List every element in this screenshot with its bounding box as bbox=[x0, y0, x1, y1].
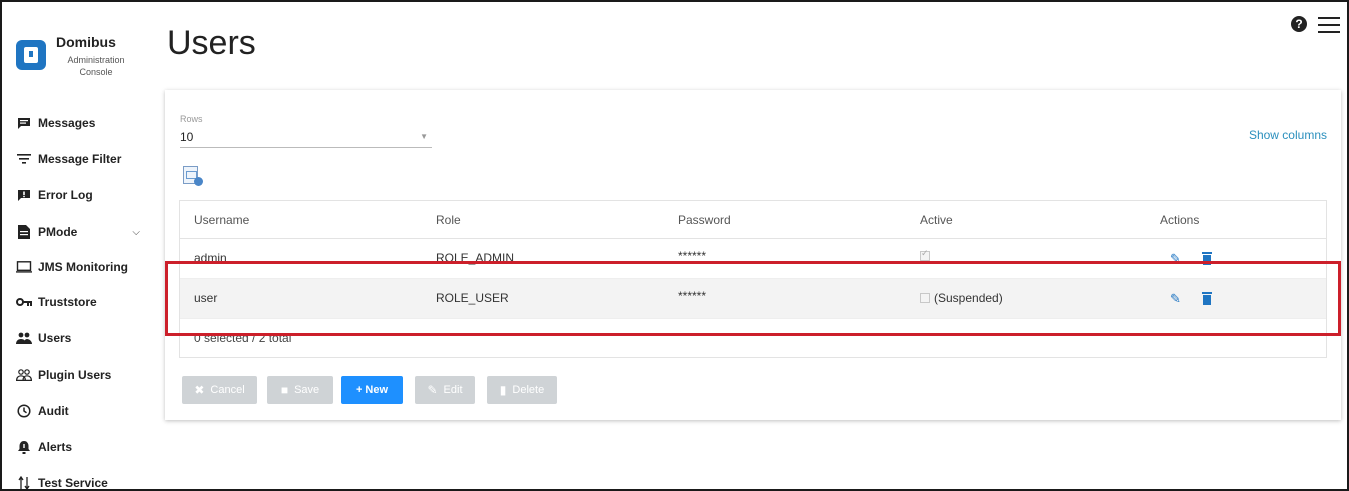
sidebar-item-pmode[interactable]: PMode ⌵ bbox=[16, 221, 146, 243]
column-header-role[interactable]: Role bbox=[436, 213, 461, 227]
sidebar-item-label: Error Log bbox=[38, 188, 93, 202]
hamburger-menu-icon[interactable] bbox=[1318, 17, 1340, 33]
sidebar-item-label: Alerts bbox=[38, 440, 73, 454]
edit-icon[interactable]: ✎ bbox=[1170, 251, 1184, 266]
plugin-users-icon bbox=[16, 367, 32, 383]
column-header-actions[interactable]: Actions bbox=[1160, 213, 1199, 227]
save-button[interactable]: ■ Save bbox=[267, 376, 333, 404]
sidebar-item-label: PMode bbox=[38, 225, 78, 239]
help-icon[interactable]: ? bbox=[1291, 16, 1307, 32]
edit-button[interactable]: ✎ Edit bbox=[415, 376, 475, 404]
cell-active bbox=[920, 248, 934, 263]
table-row[interactable]: user ROLE_USER ****** (Suspended) ✎ bbox=[180, 279, 1326, 319]
table-row[interactable]: admin ROLE_ADMIN ****** ✎ bbox=[180, 239, 1326, 279]
active-checkbox bbox=[920, 293, 930, 303]
pencil-icon: ✎ bbox=[427, 383, 438, 397]
sidebar: Domibus Administration Console Messages … bbox=[2, 2, 152, 491]
column-header-password[interactable]: Password bbox=[678, 213, 731, 227]
brand-name: Domibus bbox=[56, 34, 116, 50]
domibus-logo-icon bbox=[16, 40, 46, 70]
cell-role: ROLE_ADMIN bbox=[436, 251, 515, 265]
save-icon: ■ bbox=[280, 383, 289, 397]
sidebar-item-jms-monitoring[interactable]: JMS Monitoring bbox=[16, 256, 146, 278]
sidebar-item-error-log[interactable]: Error Log bbox=[16, 184, 146, 206]
sidebar-item-audit[interactable]: Audit bbox=[16, 400, 146, 422]
dropdown-arrow-icon: ▼ bbox=[420, 132, 428, 141]
users-panel: Rows 10 ▼ Show columns Username Role Pas… bbox=[165, 90, 1341, 420]
test-service-icon bbox=[16, 475, 32, 491]
show-columns-link[interactable]: Show columns bbox=[1249, 128, 1327, 142]
trash-icon: ▮ bbox=[499, 383, 507, 397]
alert-icon bbox=[16, 439, 32, 455]
sidebar-item-truststore[interactable]: Truststore bbox=[16, 291, 146, 313]
cell-active: (Suspended) bbox=[920, 291, 1003, 305]
active-status-text: (Suspended) bbox=[934, 291, 1003, 305]
selection-count: 0 selected / 2 total bbox=[194, 331, 292, 345]
sidebar-item-users[interactable]: Users bbox=[16, 327, 146, 349]
delete-button[interactable]: ▮ Delete bbox=[487, 376, 557, 404]
brand-subtitle: Administration Console bbox=[67, 55, 125, 77]
sidebar-item-label: JMS Monitoring bbox=[38, 260, 128, 274]
sidebar-item-plugin-users[interactable]: Plugin Users bbox=[16, 364, 146, 386]
cell-password: ****** bbox=[678, 289, 707, 303]
rows-select-value: 10 bbox=[180, 130, 194, 144]
page-title: Users bbox=[167, 24, 256, 62]
audit-icon bbox=[16, 403, 32, 419]
delete-icon[interactable] bbox=[1202, 292, 1212, 305]
delete-icon[interactable] bbox=[1202, 252, 1212, 265]
sidebar-item-label: Messages bbox=[38, 116, 96, 130]
users-table: Username Role Password Active Actions ad… bbox=[179, 200, 1327, 358]
rows-select[interactable]: 10 ▼ bbox=[180, 128, 432, 148]
new-label: + New bbox=[355, 384, 389, 396]
column-header-username[interactable]: Username bbox=[194, 213, 249, 227]
csv-export-icon[interactable] bbox=[183, 166, 203, 188]
brand[interactable]: Domibus Administration Console bbox=[16, 16, 146, 96]
users-icon bbox=[16, 330, 32, 346]
table-header: Username Role Password Active Actions bbox=[180, 201, 1326, 239]
save-label: Save bbox=[294, 384, 320, 396]
cancel-button[interactable]: ✖ Cancel bbox=[182, 376, 257, 404]
cell-username: user bbox=[194, 291, 218, 305]
edit-label: Edit bbox=[443, 384, 463, 396]
sidebar-item-label: Users bbox=[38, 331, 72, 345]
delete-label: Delete bbox=[512, 384, 545, 396]
edit-icon[interactable]: ✎ bbox=[1170, 291, 1184, 306]
cancel-label: Cancel bbox=[210, 384, 245, 396]
sidebar-item-test-service[interactable]: Test Service bbox=[16, 472, 146, 491]
new-button[interactable]: + New bbox=[341, 376, 403, 404]
sidebar-item-label: Message Filter bbox=[38, 152, 122, 166]
sidebar-item-label: Truststore bbox=[38, 295, 97, 309]
sidebar-item-label: Audit bbox=[38, 404, 69, 418]
rows-label: Rows bbox=[180, 114, 203, 124]
cell-role: ROLE_USER bbox=[436, 291, 509, 305]
key-icon bbox=[16, 294, 32, 310]
monitor-icon bbox=[16, 259, 32, 275]
message-icon bbox=[16, 115, 32, 131]
cell-password: ****** bbox=[678, 249, 707, 263]
chevron-down-icon[interactable]: ⌵ bbox=[132, 227, 140, 238]
cell-username: admin bbox=[194, 251, 227, 265]
sidebar-item-label: Plugin Users bbox=[38, 368, 112, 382]
sidebar-item-messages[interactable]: Messages bbox=[16, 112, 146, 134]
sidebar-item-message-filter[interactable]: Message Filter bbox=[16, 148, 146, 170]
cancel-icon: ✖ bbox=[194, 383, 205, 397]
active-checkbox bbox=[920, 248, 930, 261]
sidebar-item-alerts[interactable]: Alerts bbox=[16, 436, 146, 458]
filter-icon bbox=[16, 151, 32, 167]
error-log-icon bbox=[16, 187, 32, 203]
document-icon bbox=[16, 224, 32, 240]
column-header-active[interactable]: Active bbox=[920, 213, 953, 227]
sidebar-item-label: Test Service bbox=[38, 476, 108, 490]
